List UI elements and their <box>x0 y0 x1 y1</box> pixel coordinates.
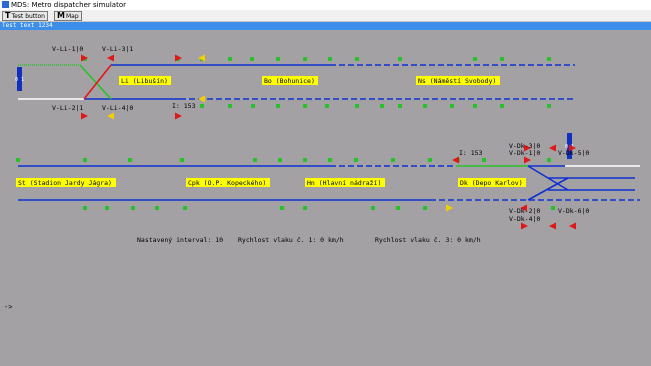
station-label-dk[interactable]: Dk (Depo Karlov) <box>460 179 523 187</box>
signal-label-v-dk-2: V-Dk-2|0 <box>509 207 540 215</box>
signal-triangle[interactable] <box>81 112 88 120</box>
test-button[interactable]: TTest button <box>2 11 48 21</box>
detection-dot <box>551 206 555 210</box>
signal-triangle[interactable] <box>107 54 114 62</box>
signal-triangle[interactable] <box>107 112 114 120</box>
interval-label-li: I: 153 <box>172 102 196 110</box>
signal-label-v-dk-6: V-Dk-6|0 <box>558 207 589 215</box>
detection-dot <box>396 206 400 210</box>
detection-dot <box>547 57 551 61</box>
station-label-li[interactable]: Li (Libušín) <box>121 77 168 85</box>
detection-dot <box>428 158 432 162</box>
detection-dot <box>473 57 477 61</box>
detection-dot <box>354 158 358 162</box>
detection-dot <box>280 206 284 210</box>
detection-dot <box>380 104 384 108</box>
title-bar: MDS: Metro dispatcher simulator <box>0 0 651 10</box>
detection-dot <box>423 206 427 210</box>
signal-label-v-li-2: V-Li-2|1 <box>52 104 83 112</box>
detection-dot <box>398 57 402 61</box>
train-3-speed: Rychlost vlaku č. 3: 0 km/h <box>375 236 481 244</box>
detection-dot <box>355 104 359 108</box>
signal-triangle[interactable] <box>521 222 528 230</box>
signal-label-v-dk-5: V-Dk-5|0 <box>558 149 589 157</box>
station-label-ns[interactable]: Ns (Náměstí Svobody) <box>418 77 496 85</box>
detection-dot <box>500 57 504 61</box>
interval-label-dk: I: 153 <box>459 149 483 157</box>
map-button[interactable]: MMap <box>54 11 82 21</box>
detection-dot <box>155 206 159 210</box>
detection-dot <box>371 206 375 210</box>
signal-label-v-dk-1: V-Dk-1|0 <box>509 149 540 157</box>
detection-dot <box>450 104 454 108</box>
console-prompt: -> <box>4 303 13 311</box>
detection-dot <box>303 104 307 108</box>
detection-dot <box>83 206 87 210</box>
station-label-bo[interactable]: Bo (Bohunice) <box>264 77 315 85</box>
detection-dot <box>303 57 307 61</box>
signal-label-v-li-3: V-Li-3|1 <box>102 45 133 53</box>
detection-dot <box>547 104 551 108</box>
detection-dot <box>547 158 551 162</box>
signal-triangle[interactable] <box>175 112 182 120</box>
detection-dot <box>355 57 359 61</box>
detection-dot <box>250 57 254 61</box>
detection-dot <box>303 206 307 210</box>
detection-dot <box>131 206 135 210</box>
signal-label-v-li-1: V-Li-1|0 <box>52 45 83 53</box>
signal-triangle[interactable] <box>198 95 205 103</box>
detection-dot <box>228 57 232 61</box>
detection-dot <box>200 104 204 108</box>
signal-triangle[interactable] <box>569 222 576 230</box>
status-bar: Test text 1234 <box>0 22 651 30</box>
station-label-cpk[interactable]: Cpk (O.P. Kopeckého) <box>188 179 266 187</box>
toolbar: TTest button MMap <box>0 10 651 22</box>
depot-marker-left-label: 0 1 <box>15 77 24 83</box>
app-icon <box>2 1 9 8</box>
track-switch <box>527 177 569 201</box>
detection-dot <box>128 158 132 162</box>
detection-dot <box>276 104 280 108</box>
detection-dot <box>482 158 486 162</box>
window-title: MDS: Metro dispatcher simulator <box>11 1 126 9</box>
station-label-hn[interactable]: Hn (Hlavní nádraží) <box>307 179 381 187</box>
detection-dot <box>251 104 255 108</box>
track-scheme: 0 10 1 V-Li-1|0V-Li-3|1V-Li-2|1V-Li-4|0V… <box>15 45 640 244</box>
detection-dot <box>473 104 477 108</box>
interval-info: Nastavený interval: 10 <box>137 236 223 244</box>
signal-triangle[interactable] <box>524 156 531 164</box>
signal-label-v-dk-4: V-Dk-4|0 <box>509 215 540 223</box>
detection-dot <box>325 104 329 108</box>
signal-triangle[interactable] <box>446 204 453 212</box>
detection-dot <box>183 206 187 210</box>
detection-dot <box>253 158 257 162</box>
signal-triangle[interactable] <box>549 222 556 230</box>
train-1-speed: Rychlost vlaku č. 1: 0 km/h <box>238 236 344 244</box>
signal-triangle[interactable] <box>549 144 556 152</box>
signal-triangle[interactable] <box>452 156 459 164</box>
detection-dot <box>180 158 184 162</box>
signal-label-v-li-4: V-Li-4|0 <box>102 104 133 112</box>
detection-dot <box>391 158 395 162</box>
detection-dot <box>328 158 332 162</box>
station-label-st[interactable]: St (Stadion Jardy Jágra) <box>18 179 112 187</box>
detection-dot <box>228 104 232 108</box>
detection-dot <box>328 57 332 61</box>
detection-dot <box>303 158 307 162</box>
detection-dot <box>16 158 20 162</box>
detection-dot <box>423 104 427 108</box>
detection-dot <box>83 158 87 162</box>
detection-dot <box>105 206 109 210</box>
detection-dot <box>278 158 282 162</box>
detection-dot <box>500 104 504 108</box>
detection-dot <box>276 57 280 61</box>
detection-dot <box>398 104 402 108</box>
